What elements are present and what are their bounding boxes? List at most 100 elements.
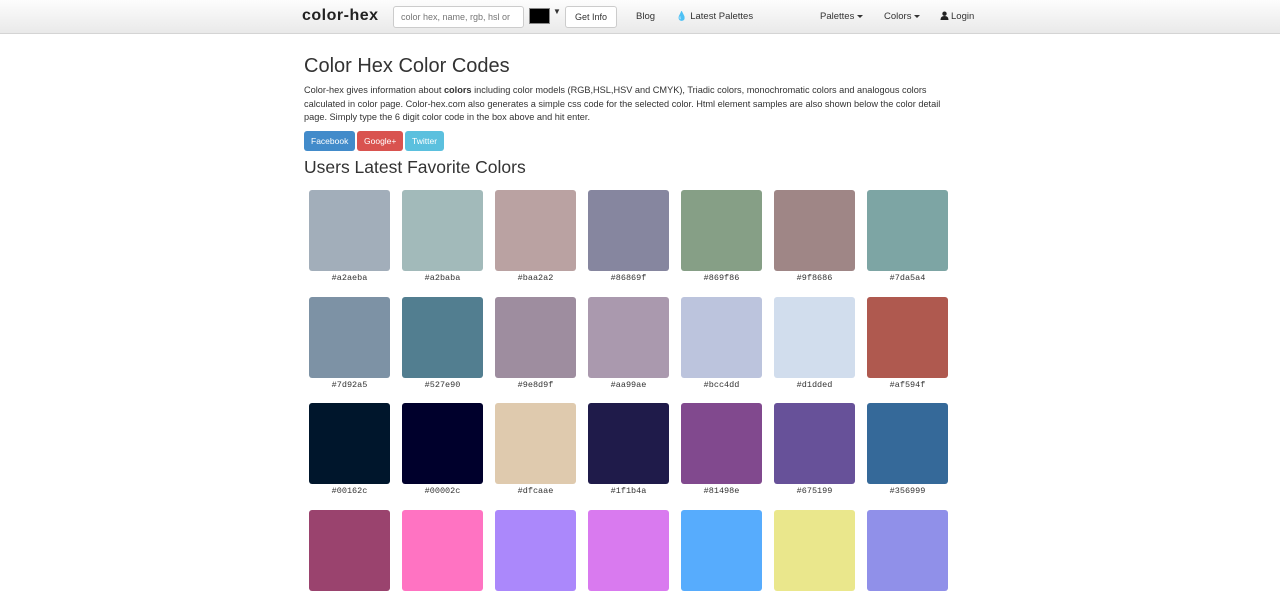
color-swatch[interactable]	[588, 190, 669, 271]
color-picker-swatch[interactable]	[529, 8, 550, 24]
color-hex-label[interactable]: #1f1b4a	[588, 486, 669, 496]
color-tile[interactable]: #00002c	[402, 403, 483, 496]
color-hex-label[interactable]: #00002c	[402, 486, 483, 496]
color-swatch[interactable]	[681, 190, 762, 271]
color-swatch[interactable]	[402, 296, 483, 378]
color-swatch[interactable]	[774, 403, 855, 484]
nav-palettes-label: Palettes	[820, 11, 855, 22]
color-swatch[interactable]	[309, 509, 390, 591]
color-tile[interactable]: #527e90	[402, 296, 483, 390]
color-hex-label[interactable]: #af594f	[867, 380, 948, 390]
color-hex-label[interactable]: #7d92a5	[309, 380, 390, 390]
color-tile[interactable]: #1f1b4a	[588, 403, 669, 496]
color-hex-label[interactable]: #a2aeba	[309, 273, 390, 283]
intro-paragraph: Color-hex gives information about colors…	[304, 84, 964, 125]
color-hex-label[interactable]: #d1dded	[774, 380, 855, 390]
color-swatch[interactable]	[309, 403, 390, 484]
nav-latest-palettes[interactable]: 💧 Latest Palettes	[676, 11, 753, 22]
color-tile[interactable]: #dfcaae	[495, 403, 576, 496]
color-swatch[interactable]	[867, 509, 948, 591]
color-swatch[interactable]	[495, 296, 576, 378]
color-tile[interactable]: #7d92a5	[309, 296, 390, 390]
color-tile[interactable]	[867, 509, 948, 591]
color-swatch[interactable]	[867, 190, 948, 271]
chevron-down-icon[interactable]: ▼	[553, 7, 561, 16]
color-tile[interactable]: #00162c	[309, 403, 390, 496]
color-swatch[interactable]	[588, 403, 669, 484]
nav-login-label: Login	[951, 11, 975, 22]
color-tile[interactable]: #af594f	[867, 296, 948, 390]
google-plus-share-button[interactable]: Google+	[357, 131, 404, 151]
color-tile[interactable]: #baa2a2	[495, 190, 576, 283]
color-tile[interactable]: #356999	[867, 403, 948, 496]
color-hex-label[interactable]: #675199	[774, 486, 855, 496]
color-hex-label[interactable]: #bcc4dd	[681, 380, 762, 390]
color-hex-label[interactable]: #7da5a4	[867, 273, 948, 283]
color-tile[interactable]	[495, 509, 576, 591]
color-swatch[interactable]	[774, 296, 855, 378]
color-tile[interactable]	[309, 509, 390, 591]
nav-latest-palettes-label: Latest Palettes	[690, 11, 754, 22]
color-tile[interactable]: #aa99ae	[588, 296, 669, 390]
color-hex-label[interactable]: #527e90	[402, 380, 483, 390]
get-info-button[interactable]: Get Info	[565, 6, 617, 28]
color-tile[interactable]: #a2aeba	[309, 190, 390, 283]
color-tile[interactable]: #9f8686	[774, 190, 855, 283]
color-swatch[interactable]	[402, 190, 483, 271]
nav-login[interactable]: Login	[940, 11, 974, 22]
color-hex-label[interactable]: #356999	[867, 486, 948, 496]
color-swatch[interactable]	[867, 296, 948, 378]
color-swatch[interactable]	[495, 190, 576, 271]
color-swatch[interactable]	[681, 509, 762, 591]
color-tile[interactable]: #7da5a4	[867, 190, 948, 283]
color-tile[interactable]: #d1dded	[774, 296, 855, 390]
color-hex-label[interactable]: #9f8686	[774, 273, 855, 283]
color-swatch[interactable]	[495, 403, 576, 484]
brand-logo[interactable]: color-hex	[302, 7, 379, 25]
color-hex-label[interactable]: #81498e	[681, 486, 762, 496]
color-tile[interactable]: #bcc4dd	[681, 296, 762, 390]
color-swatch[interactable]	[867, 403, 948, 484]
color-swatch[interactable]	[588, 509, 669, 591]
color-hex-label[interactable]: #00162c	[309, 486, 390, 496]
caret-down-icon	[914, 14, 921, 18]
color-swatch[interactable]	[402, 403, 483, 484]
color-hex-label[interactable]: #86869f	[588, 273, 669, 283]
favorites-title: Users Latest Favorite Colors	[304, 157, 526, 177]
color-swatch[interactable]	[588, 296, 669, 378]
color-hex-label[interactable]: #dfcaae	[495, 486, 576, 496]
color-swatch[interactable]	[681, 296, 762, 378]
color-swatch[interactable]	[774, 190, 855, 271]
nav-colors-dropdown[interactable]: Colors	[884, 11, 921, 22]
nav-palettes-dropdown[interactable]: Palettes	[820, 11, 864, 22]
color-tile[interactable]	[774, 509, 855, 591]
color-tile[interactable]: #9e8d9f	[495, 296, 576, 390]
color-swatch[interactable]	[495, 509, 576, 591]
color-swatch[interactable]	[402, 509, 483, 591]
color-tile[interactable]: #869f86	[681, 190, 762, 283]
color-swatch[interactable]	[681, 403, 762, 484]
color-hex-label[interactable]: #aa99ae	[588, 380, 669, 390]
color-hex-label[interactable]: #869f86	[681, 273, 762, 283]
color-tile[interactable]: #675199	[774, 403, 855, 496]
color-tile[interactable]	[402, 509, 483, 591]
twitter-share-button[interactable]: Twitter	[405, 131, 445, 151]
color-tile[interactable]: #81498e	[681, 403, 762, 496]
nav-blog[interactable]: Blog	[636, 11, 655, 22]
color-hex-label[interactable]: #baa2a2	[495, 273, 576, 283]
color-hex-label[interactable]: #9e8d9f	[495, 380, 576, 390]
facebook-share-button[interactable]: Facebook	[304, 131, 356, 151]
page-title: Color Hex Color Codes	[304, 55, 510, 77]
caret-down-icon	[857, 14, 864, 18]
color-swatch[interactable]	[309, 296, 390, 378]
color-tile[interactable]: #86869f	[588, 190, 669, 283]
search-input[interactable]	[393, 6, 524, 28]
color-tile[interactable]	[681, 509, 762, 591]
color-hex-label[interactable]: #a2baba	[402, 273, 483, 283]
color-tile[interactable]	[588, 509, 669, 591]
nav-colors-label: Colors	[884, 11, 912, 22]
color-swatch[interactable]	[774, 509, 855, 591]
color-tile[interactable]: #a2baba	[402, 190, 483, 283]
nav-blog-label: Blog	[636, 11, 656, 22]
color-swatch[interactable]	[309, 190, 390, 271]
